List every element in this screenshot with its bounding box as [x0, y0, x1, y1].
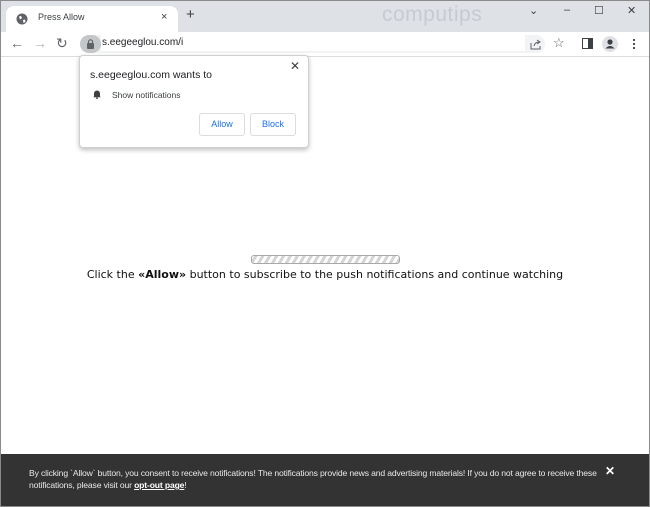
tab-close-icon[interactable]: × — [161, 11, 167, 23]
consent-banner: By clicking `Allow` button, you consent … — [0, 454, 650, 507]
profile-button[interactable] — [602, 36, 618, 52]
loading-progress-bar — [251, 255, 400, 264]
profile-icon — [605, 39, 615, 49]
tab-title: Press Allow — [38, 12, 85, 22]
side-panel-icon[interactable] — [582, 38, 593, 49]
tab-press-allow[interactable]: Press Allow × — [6, 6, 178, 32]
message-prefix: Click the — [86, 268, 139, 281]
maximize-button[interactable]: ☐ — [594, 4, 604, 17]
watermark: computips — [382, 3, 483, 26]
popup-title: s.eegeeglou.com wants to — [90, 69, 212, 81]
message-suffix: button to subscribe to the push notifica… — [186, 268, 564, 281]
opt-out-link[interactable]: opt-out page — [134, 480, 184, 490]
share-icon[interactable] — [530, 38, 542, 50]
block-button[interactable]: Block — [250, 113, 296, 136]
popup-close-icon[interactable]: ✕ — [290, 59, 300, 73]
permission-label: Show notifications — [112, 90, 181, 100]
globe-icon — [16, 13, 28, 25]
new-tab-button[interactable]: + — [186, 7, 195, 22]
banner-text-end: ! — [184, 480, 187, 490]
lock-icon — [87, 39, 94, 49]
notification-permission-popup: s.eegeeglou.com wants to ✕ Show notifica… — [79, 55, 309, 148]
bell-icon — [93, 90, 101, 99]
close-window-button[interactable]: ✕ — [627, 4, 636, 17]
bookmark-star-icon[interactable]: ☆ — [553, 35, 565, 51]
message-allow-emphasis: «Allow» — [138, 268, 187, 281]
allow-instruction-message: Click the «Allow» button to subscribe to… — [0, 268, 650, 281]
back-button[interactable]: ← — [10, 35, 24, 51]
url-text[interactable]: s.eegeeglou.com/i — [102, 37, 183, 48]
site-info-button[interactable] — [80, 35, 101, 53]
banner-text: By clicking `Allow` button, you consent … — [29, 467, 604, 491]
banner-text-main: By clicking `Allow` button, you consent … — [29, 468, 597, 490]
title-bar: Press Allow × + computips ⌄ – ☐ ✕ — [0, 0, 650, 32]
tab-search-chevron-icon[interactable]: ⌄ — [529, 4, 538, 17]
allow-button[interactable]: Allow — [199, 113, 245, 136]
menu-icon[interactable] — [632, 38, 636, 50]
reload-button[interactable]: ↻ — [56, 35, 68, 51]
forward-button[interactable]: → — [33, 35, 47, 51]
minimize-button[interactable]: – — [564, 4, 570, 16]
banner-close-icon[interactable]: ✕ — [605, 464, 615, 478]
